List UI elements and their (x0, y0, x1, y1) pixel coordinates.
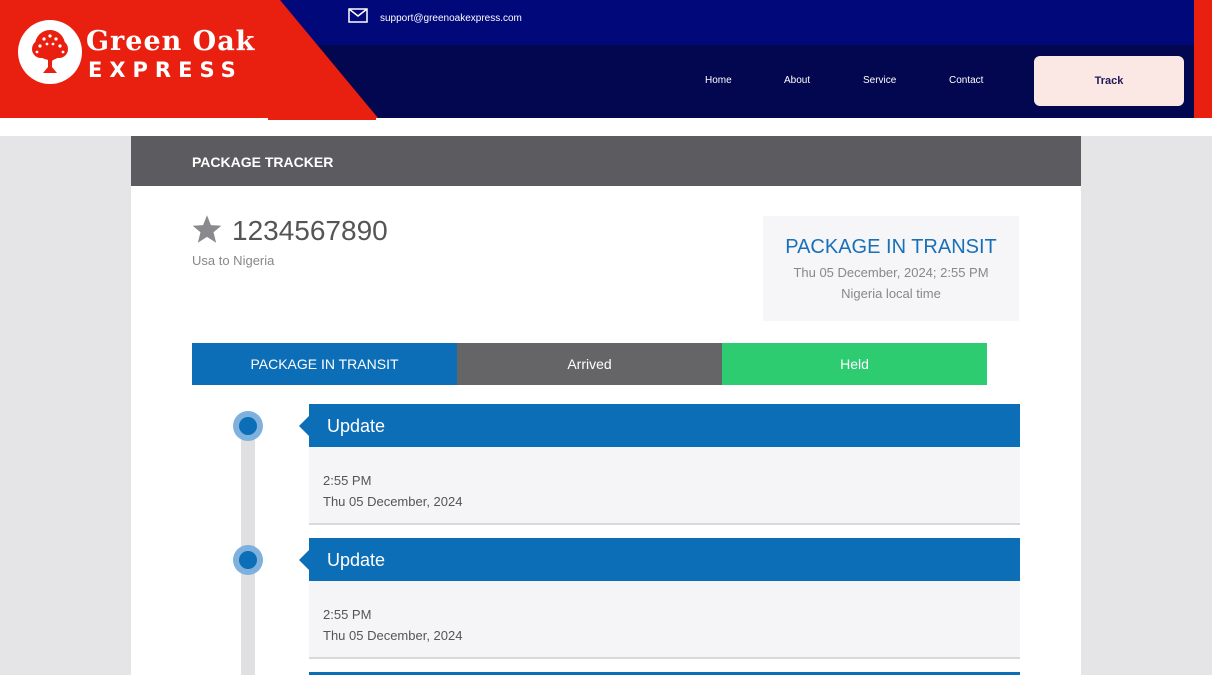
header-accent-strip (1194, 0, 1212, 118)
entry-body: 2:55 PM Thu 05 December, 2024 (309, 447, 1020, 525)
timeline-entry: Update 2:55 PM Thu 05 December, 2024 (299, 404, 1020, 525)
support-email-link[interactable]: support@greenoakexpress.com (380, 13, 522, 24)
nav-contact[interactable]: Contact (949, 75, 983, 86)
entry-title: Update (327, 550, 386, 570)
tracking-number: 1234567890 (232, 215, 388, 246)
package-tracker-card: PACKAGE TRACKER 1234567890 Usa to Nigeri… (131, 136, 1081, 675)
status-timezone: Nigeria local time (841, 286, 941, 301)
status-summary: PACKAGE IN TRANSIT Thu 05 December, 2024… (763, 216, 1019, 321)
site-header: Green Oak EXPRESS support@greenoakexpres… (0, 0, 1212, 118)
timeline-entry: Update 2:55 PM Thu 05 December, 2024 (299, 538, 1020, 659)
entry-time: 2:55 PM (323, 607, 372, 622)
entry-date: Thu 05 December, 2024 (323, 628, 463, 643)
timeline-dot (233, 545, 263, 575)
entry-header: Update (299, 538, 1020, 581)
entry-date: Thu 05 December, 2024 (323, 494, 463, 509)
tracker-header: PACKAGE TRACKER (131, 136, 1081, 186)
nav-service[interactable]: Service (863, 75, 896, 86)
status-tabs: PACKAGE IN TRANSIT Arrived Held (192, 343, 987, 385)
tab-arrived[interactable]: Arrived (457, 343, 722, 385)
tab-in-transit[interactable]: PACKAGE IN TRANSIT (192, 343, 457, 385)
status-title: PACKAGE IN TRANSIT (785, 236, 997, 258)
tab-held[interactable]: Held (722, 343, 987, 385)
shipment-route: Usa to Nigeria (192, 253, 275, 268)
star-icon[interactable] (191, 214, 223, 244)
entry-body: 2:55 PM Thu 05 December, 2024 (309, 581, 1020, 659)
brand-tagline: EXPRESS (88, 58, 243, 82)
brand-logo[interactable]: Green Oak EXPRESS (18, 20, 258, 90)
nav-home[interactable]: Home (705, 75, 732, 86)
status-datetime: Thu 05 December, 2024; 2:55 PM (793, 265, 989, 280)
entry-header: Update (299, 404, 1020, 447)
nav-about[interactable]: About (784, 75, 810, 86)
entry-time: 2:55 PM (323, 473, 372, 488)
header-divider (0, 118, 1212, 136)
mail-icon (348, 8, 368, 23)
oak-tree-icon (18, 20, 82, 84)
entry-title: Update (327, 416, 386, 436)
brand-name: Green Oak (86, 26, 256, 57)
header-accent-line (268, 118, 376, 120)
track-button[interactable]: Track (1034, 56, 1184, 106)
tracker-title: PACKAGE TRACKER (192, 154, 334, 170)
timeline-dot (233, 411, 263, 441)
